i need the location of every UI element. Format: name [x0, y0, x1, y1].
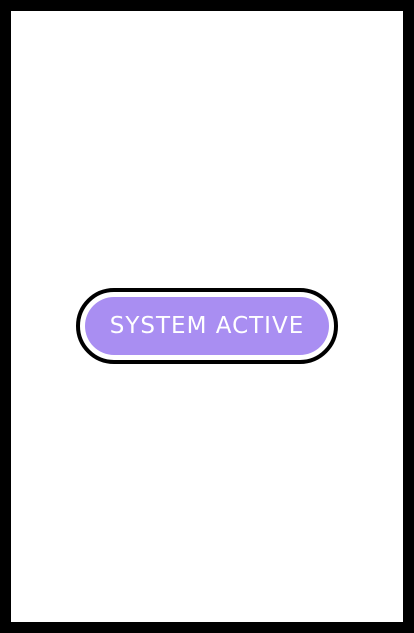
- screen-canvas: SYSTEM ACTIVE: [11, 11, 403, 622]
- system-status-button[interactable]: SYSTEM ACTIVE: [76, 288, 338, 364]
- system-status-label: SYSTEM ACTIVE: [109, 313, 305, 339]
- system-status-pill: SYSTEM ACTIVE: [85, 297, 329, 355]
